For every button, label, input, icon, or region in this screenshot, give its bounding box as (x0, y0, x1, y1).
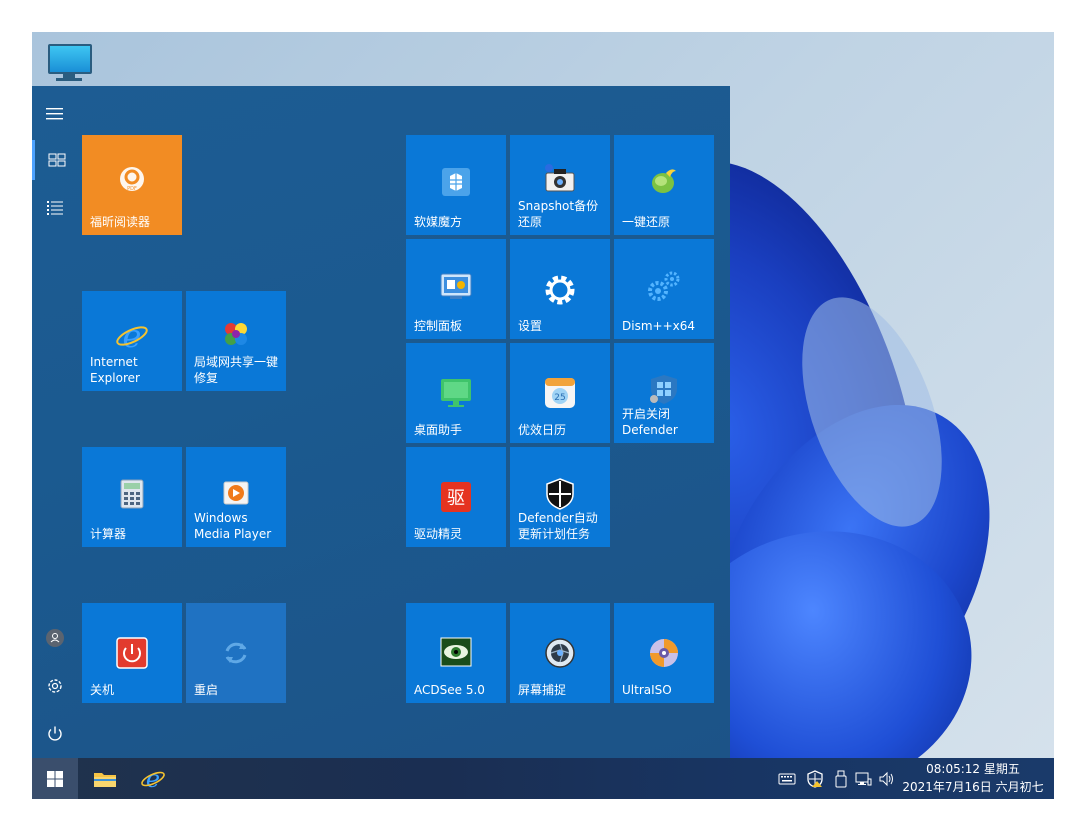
tile-label: 重启 (194, 683, 219, 697)
tile-ultraiso[interactable]: UltraISO (614, 603, 714, 703)
taskbar-clock[interactable]: 08:05:12 星期五 2021年7月16日 六月初七 (898, 760, 1048, 798)
calendar-icon: 25 (544, 377, 576, 413)
network-icon[interactable] (854, 770, 872, 788)
tile-lan-share-repair[interactable]: 局域网共享一键修复 (186, 291, 286, 391)
taskbar-internet-explorer[interactable]: e (130, 758, 176, 799)
tile-label: 一键还原 (622, 215, 671, 229)
tile-foxit-reader[interactable]: PDF 福昕阅读器 (82, 135, 182, 235)
calculator-icon (119, 479, 145, 513)
tile-label: 驱动精灵 (414, 527, 463, 541)
clock-date: 2021年7月16日 六月初七 (902, 780, 1044, 794)
tile-defender-update-task[interactable]: Defender自动更新计划任务 (510, 447, 610, 547)
tiles-view-button[interactable] (32, 140, 78, 180)
start-button[interactable] (32, 758, 78, 799)
tile-driver-genius[interactable]: 驱 驱动精灵 (406, 447, 506, 547)
tile-label: ACDSee 5.0 (414, 683, 485, 697)
media-player-icon (222, 481, 250, 511)
ultraiso-disc-icon (648, 637, 680, 673)
taskbar: e 08:05:12 星期五 2021年7月16日 六月初七 (32, 758, 1054, 799)
tile-internet-explorer[interactable]: e Internet Explorer (82, 291, 182, 391)
tile-defender-toggle[interactable]: 开启关闭Defender (614, 343, 714, 443)
driver-genius-icon: 驱 (440, 481, 472, 517)
tile-snapshot-backup[interactable]: Snapshot备份还原 (510, 135, 610, 235)
tile-label: 福昕阅读器 (90, 215, 151, 229)
tile-restart[interactable]: 重启 (186, 603, 286, 703)
settings-button[interactable] (32, 666, 78, 706)
start-menu: PDF 福昕阅读器 e Internet Explorer 局域网共享一键修复 … (32, 86, 730, 758)
hamburger-icon (46, 108, 63, 120)
tile-label: Snapshot备份还原 (518, 199, 599, 229)
power-icon (48, 726, 62, 741)
screen-capture-aperture-icon (544, 637, 576, 673)
user-avatar-icon (46, 629, 64, 647)
snapshot-camera-icon (543, 163, 577, 197)
tile-ruanmei-mofang[interactable]: 软媒魔方 (406, 135, 506, 235)
tile-label: Dism++x64 (622, 319, 695, 333)
restart-icon (220, 637, 252, 673)
all-apps-button[interactable] (32, 188, 78, 228)
control-panel-icon (440, 273, 472, 305)
tile-label: 优效日历 (518, 423, 567, 437)
taskbar-file-explorer[interactable] (82, 758, 128, 799)
tile-settings[interactable]: 设置 (510, 239, 610, 339)
acdsee-eye-icon (440, 637, 472, 671)
this-pc-desktop-icon[interactable] (46, 42, 92, 82)
tile-label: 控制面板 (414, 319, 463, 333)
tile-label: Internet Explorer (90, 355, 140, 385)
tile-label: UltraISO (622, 683, 672, 697)
tile-label: 屏幕捕捉 (518, 683, 567, 697)
tile-acdsee[interactable]: ACDSee 5.0 (406, 603, 506, 703)
svg-text:e: e (123, 319, 142, 353)
tile-windows-media-player[interactable]: Windows Media Player (186, 447, 286, 547)
driver-glyph-text: 驱 (447, 488, 465, 509)
tile-label: Windows Media Player (194, 511, 272, 541)
desktop-helper-icon (440, 377, 472, 413)
ie-icon: e (141, 766, 165, 792)
tile-desktop-helper[interactable]: 桌面助手 (406, 343, 506, 443)
calendar-day-text: 25 (554, 393, 565, 403)
svg-text:e: e (146, 766, 160, 792)
tile-label: 局域网共享一键修复 (194, 355, 279, 385)
user-account-button[interactable] (32, 618, 78, 658)
volume-icon[interactable] (878, 770, 896, 788)
tile-label: 计算器 (90, 527, 127, 541)
tile-shutdown[interactable]: 关机 (82, 603, 182, 703)
tile-label: Defender自动更新计划任务 (518, 511, 598, 541)
hamburger-menu-button[interactable] (32, 94, 78, 134)
tile-label: 软媒魔方 (414, 215, 463, 229)
tile-screen-capture[interactable]: 屏幕捕捉 (510, 603, 610, 703)
ie-icon: e (115, 317, 149, 357)
foxit-icon: PDF (118, 165, 146, 197)
settings-gear-icon (543, 273, 577, 311)
folder-icon (94, 772, 116, 787)
tile-youxiao-calendar[interactable]: 25 优效日历 (510, 343, 610, 443)
tiles-icon (48, 153, 65, 167)
ruanmei-cube-icon (441, 167, 471, 201)
usb-device-icon[interactable] (832, 770, 850, 788)
gear-icon (48, 679, 62, 693)
shutdown-icon (116, 637, 148, 673)
start-rail (32, 86, 78, 758)
tile-dism[interactable]: Dism++x64 (614, 239, 714, 339)
power-button[interactable] (32, 714, 78, 754)
tile-control-panel[interactable]: 控制面板 (406, 239, 506, 339)
windows-shield-icon (648, 373, 680, 409)
lan-share-icon (219, 317, 253, 355)
desktop: PDF 福昕阅读器 e Internet Explorer 局域网共享一键修复 … (32, 32, 1054, 799)
tile-calculator[interactable]: 计算器 (82, 447, 182, 547)
keyboard-icon[interactable] (778, 770, 796, 788)
foxit-pdf-text: PDF (127, 186, 137, 192)
security-shield-icon[interactable] (806, 770, 824, 788)
list-icon (47, 201, 63, 215)
tile-label: 设置 (518, 319, 543, 333)
tile-label: 关机 (90, 683, 115, 697)
tile-onekey-restore[interactable]: 一键还原 (614, 135, 714, 235)
clock-time: 08:05:12 星期五 (926, 762, 1020, 776)
onekey-restore-icon (648, 165, 680, 201)
tile-label: 开启关闭Defender (622, 407, 678, 437)
tile-label: 桌面助手 (414, 423, 463, 437)
dism-gears-icon (646, 269, 682, 307)
windows-logo-icon (47, 770, 63, 787)
